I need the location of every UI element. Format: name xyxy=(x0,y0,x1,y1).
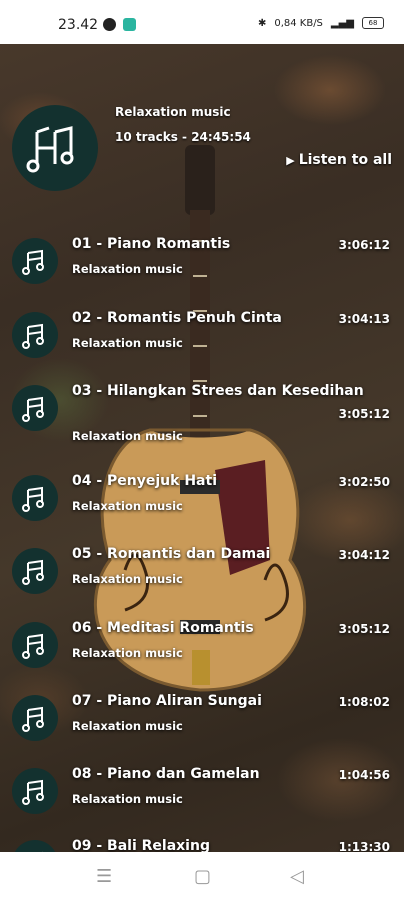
track-title: 08 - Piano dan Gamelan xyxy=(72,766,260,782)
track-artist: Relaxation music xyxy=(72,792,183,806)
track-icon xyxy=(12,622,58,668)
status-bar: 23.42 ✱ 0,84 KB/S ▂▄▆ 68 xyxy=(0,0,404,44)
track-icon xyxy=(12,548,58,594)
listen-to-all-button[interactable]: ▶ Listen to all xyxy=(286,152,392,168)
track-duration: 3:05:12 xyxy=(338,622,390,636)
play-icon: ▶ xyxy=(286,153,295,167)
track-icon xyxy=(12,695,58,741)
music-note-icon xyxy=(22,486,44,512)
menu-icon[interactable]: ☰ xyxy=(96,866,112,887)
back-triangle-icon[interactable]: ◁ xyxy=(290,866,304,887)
track-duration: 3:04:12 xyxy=(338,548,390,562)
home-square-icon[interactable]: ▢ xyxy=(194,866,211,887)
track-artist: Relaxation music xyxy=(72,336,183,350)
track-icon xyxy=(12,238,58,284)
track-duration: 3:05:12 xyxy=(338,407,390,421)
status-network-speed: 0,84 KB/S xyxy=(274,17,323,29)
track-icon xyxy=(12,385,58,431)
track-title: 05 - Romantis dan Damai xyxy=(72,546,271,562)
music-note-icon xyxy=(22,323,44,349)
status-time: 23.42 xyxy=(58,17,99,33)
track-icon xyxy=(12,475,58,521)
music-note-icon xyxy=(22,633,44,659)
track-duration: 3:02:50 xyxy=(338,475,390,489)
battery-icon: 68 xyxy=(362,17,384,29)
track-duration: 3:04:13 xyxy=(338,312,390,326)
music-note-icon xyxy=(22,706,44,732)
track-artist: Relaxation music xyxy=(72,646,183,660)
track-title: 01 - Piano Romantis xyxy=(72,236,231,252)
music-note-icon xyxy=(22,396,44,422)
track-icon xyxy=(12,768,58,814)
track-artist: Relaxation music xyxy=(72,429,183,443)
album-meta: 10 tracks - 24:45:54 xyxy=(115,130,251,144)
listen-to-all-label: Listen to all xyxy=(298,152,392,168)
track-title: 02 - Romantis Penuh Cinta xyxy=(72,310,282,326)
track-artist: Relaxation music xyxy=(72,499,183,513)
track-artist: Relaxation music xyxy=(72,262,183,276)
track-title: 07 - Piano Aliran Sungai xyxy=(72,693,262,709)
bluetooth-icon: ✱ xyxy=(257,17,267,29)
music-note-icon xyxy=(22,249,44,275)
system-navigation-bar: ☰ ▢ ◁ xyxy=(0,852,404,900)
track-title: 04 - Penyejuk Hati xyxy=(72,473,217,489)
track-duration: 3:06:12 xyxy=(338,238,390,252)
track-title: 06 - Meditasi Romantis xyxy=(72,620,254,636)
track-duration: 1:08:02 xyxy=(338,695,390,709)
track-artist: Relaxation music xyxy=(72,572,183,586)
track-artist: Relaxation music xyxy=(72,719,183,733)
track-title: 03 - Hilangkan Strees dan Kesedihan xyxy=(72,383,364,399)
music-note-icon xyxy=(22,559,44,585)
album-art xyxy=(12,105,98,191)
track-duration: 1:04:56 xyxy=(338,768,390,782)
track-icon xyxy=(12,312,58,358)
whatsapp-icon xyxy=(103,18,116,31)
signal-icon: ▂▄▆ xyxy=(330,17,354,29)
music-note-icon xyxy=(22,779,44,805)
album-title: Relaxation music xyxy=(115,105,231,119)
music-note-logo-icon xyxy=(26,126,74,173)
album-header: Relaxation music 10 tracks - 24:45:54 ▶ … xyxy=(0,100,404,200)
notification-app-icon xyxy=(123,18,136,31)
